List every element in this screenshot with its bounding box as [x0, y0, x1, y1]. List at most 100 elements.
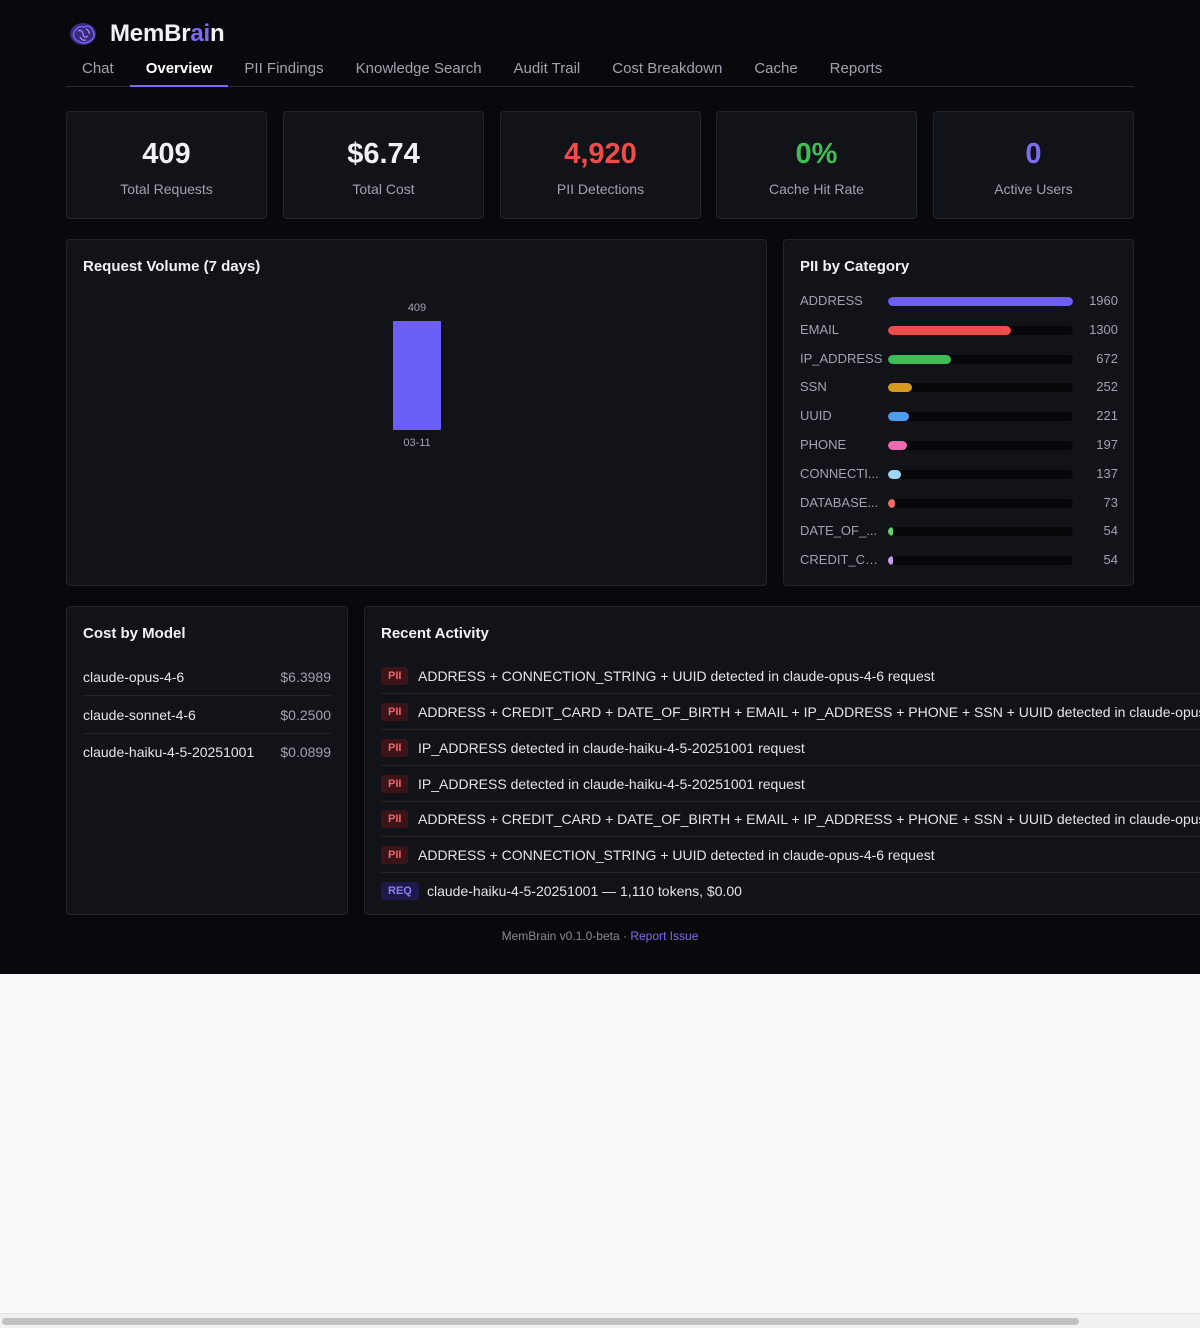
tab-overview[interactable]: Overview — [129, 54, 229, 87]
model-cost: $6.3989 — [280, 669, 331, 685]
req-badge: REQ — [381, 882, 419, 900]
pii-category-row: EMAIL 1300 — [800, 320, 1118, 340]
stat-label: Total Cost — [352, 181, 415, 197]
stat-value: 0 — [1025, 138, 1042, 170]
category-count: 73 — [1103, 494, 1118, 510]
tab-pii-findings[interactable]: PII Findings — [228, 54, 339, 87]
category-bar-track — [888, 527, 1073, 537]
pii-category-row: CONNECTI... 137 — [800, 464, 1118, 484]
model-name: claude-haiku-4-5-20251001 — [83, 744, 255, 760]
category-count: 221 — [1096, 408, 1118, 424]
model-name: claude-sonnet-4-6 — [83, 707, 196, 723]
category-count: 672 — [1096, 350, 1118, 366]
activity-text: IP_ADDRESS detected in claude-haiku-4-5-… — [418, 776, 805, 792]
app-brand: MemBrain — [110, 20, 225, 48]
pii-category-row: UUID 221 — [800, 406, 1118, 426]
activity-text: ADDRESS + CREDIT_CARD + DATE_OF_BIRTH + … — [418, 811, 1200, 827]
stat-label: PII Detections — [556, 181, 645, 197]
category-name: DATABASE... — [800, 494, 879, 510]
horizontal-scrollbar[interactable] — [0, 1313, 1200, 1328]
activity-text: ADDRESS + CONNECTION_STRING + UUID detec… — [418, 668, 935, 684]
model-cost-row: claude-haiku-4-5-20251001 $0.0899 — [83, 733, 331, 771]
bar-category-label: 03-11 — [403, 437, 430, 449]
category-bar-track — [888, 412, 1073, 422]
brand-text-2: n — [209, 20, 225, 47]
stat-value: $6.74 — [347, 138, 420, 170]
category-bar-fill — [888, 498, 895, 508]
tab-audit-trail[interactable]: Audit Trail — [498, 54, 597, 87]
category-bar-track — [888, 297, 1073, 306]
brand-text-1: MemBr — [110, 20, 191, 47]
category-bar-fill — [888, 527, 894, 537]
category-name: PHONE — [800, 437, 847, 452]
category-bar-track — [888, 325, 1073, 335]
activity-item: REQ claude-haiku-4-5-20251001 — 1,110 to… — [381, 873, 1200, 909]
category-count: 1300 — [1089, 321, 1118, 337]
category-count: 54 — [1103, 552, 1118, 568]
nav-tabs: Chat Overview PII Findings Knowledge Sea… — [66, 54, 1134, 87]
model-name: claude-opus-4-6 — [83, 669, 185, 685]
pii-category-row: DATABASE... 73 — [800, 493, 1118, 513]
activity-text: ADDRESS + CONNECTION_STRING + UUID detec… — [418, 847, 935, 863]
volume-bar — [393, 321, 441, 430]
stat-value: 409 — [142, 138, 191, 170]
stat-card-total-requests: 409 Total Requests — [66, 111, 267, 219]
category-bar-track — [888, 383, 1073, 393]
category-count: 137 — [1096, 465, 1118, 481]
report-issue-link[interactable]: Report Issue — [630, 929, 698, 943]
category-name: CONNECTI... — [800, 465, 879, 481]
category-bar-track — [888, 498, 1073, 508]
panel-title: Recent Activity — [381, 625, 489, 642]
tab-cache[interactable]: Cache — [738, 54, 813, 87]
pii-category-row: DATE_OF_... 54 — [800, 521, 1118, 541]
category-bar-fill — [888, 297, 1073, 306]
category-bar-fill — [888, 556, 894, 566]
category-name: IP_ADDRESS — [800, 350, 883, 366]
activity-item: PII ADDRESS + CREDIT_CARD + DATE_OF_BIRT… — [381, 694, 1200, 730]
activity-text: claude-haiku-4-5-20251001 — 1,110 tokens… — [427, 883, 742, 899]
app-header: MemBrain — [66, 16, 225, 52]
pii-category-row: IP_ADDRESS 672 — [800, 349, 1118, 369]
tab-reports[interactable]: Reports — [814, 54, 899, 87]
category-name: UUID — [800, 408, 832, 424]
stat-value: 4,920 — [564, 138, 637, 170]
model-cost: $0.0899 — [280, 744, 331, 760]
pii-badge: PII — [381, 703, 409, 721]
request-volume-chart: 409 03-11 — [393, 302, 441, 449]
category-count: 252 — [1096, 379, 1118, 395]
category-name: CREDIT_CA... — [800, 552, 884, 568]
tab-chat[interactable]: Chat — [66, 54, 130, 87]
category-bar-track — [888, 556, 1073, 566]
stat-card-active-users: 0 Active Users — [933, 111, 1134, 219]
scrollbar-thumb[interactable] — [2, 1318, 1079, 1325]
stat-card-total-cost: $6.74 Total Cost — [283, 111, 484, 219]
pii-category-row: ADDRESS 1960 — [800, 291, 1118, 311]
tab-cost-breakdown[interactable]: Cost Breakdown — [596, 54, 738, 87]
activity-item: PII ADDRESS + CONNECTION_STRING + UUID d… — [381, 837, 1200, 873]
model-cost-row: claude-sonnet-4-6 $0.2500 — [83, 696, 331, 734]
pii-category-panel: PII by Category ADDRESS 1960 EMAIL 1300 IP_A… — [783, 239, 1134, 586]
category-bar-track — [888, 354, 1073, 364]
tab-knowledge-search[interactable]: Knowledge Search — [340, 54, 498, 87]
category-bar-track — [888, 441, 1073, 450]
pii-badge: PII — [381, 739, 409, 757]
category-name: DATE_OF_... — [800, 523, 878, 539]
pii-category-row: SSN 252 — [800, 377, 1118, 397]
stat-label: Cache Hit Rate — [769, 181, 864, 197]
activity-item: PII ADDRESS + CONNECTION_STRING + UUID d… — [381, 658, 1200, 694]
pii-badge: PII — [381, 775, 409, 793]
category-count: 54 — [1103, 523, 1118, 539]
activity-text: ADDRESS + CREDIT_CARD + DATE_OF_BIRTH + … — [418, 704, 1200, 720]
category-count: 1960 — [1089, 293, 1118, 308]
footer-version: MemBrain v0.1.0-beta · — [501, 929, 631, 943]
pii-badge: PII — [381, 846, 409, 864]
category-bar-fill — [888, 325, 1011, 335]
category-bar-fill — [888, 441, 907, 450]
activity-text: IP_ADDRESS detected in claude-haiku-4-5-… — [418, 740, 805, 756]
category-bar-fill — [888, 354, 952, 364]
stat-card-pii-detections: 4,920 PII Detections — [500, 111, 701, 219]
pii-badge: PII — [381, 810, 409, 828]
category-name: ADDRESS — [800, 293, 863, 308]
stat-label: Total Requests — [120, 181, 213, 197]
app-window: MemBrain Chat Overview PII Findings Know… — [0, 0, 1200, 974]
